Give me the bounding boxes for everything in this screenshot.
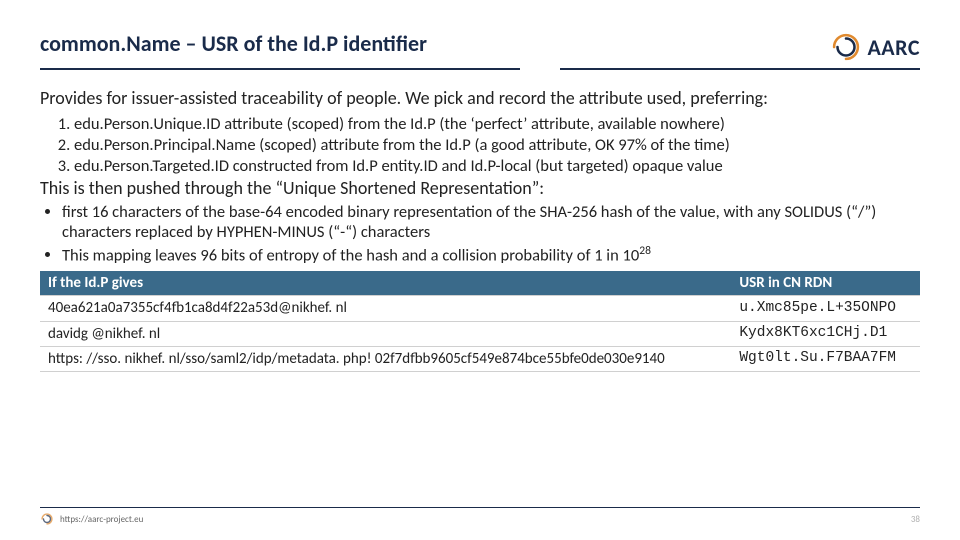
footer-url: https://aarc-project.eu	[60, 514, 143, 525]
list-item: edu.Person.Targeted.ID constructed from …	[74, 156, 920, 176]
table-row: davidg @nikhef. nl Kydx8KT6xc1CHj.D1	[40, 321, 920, 346]
cell-usr: Wgt0lt.Su.F7BAA7FM	[731, 347, 920, 372]
slide-title: common.Name – USR of the Id.P identifier	[40, 30, 427, 57]
cell-usr: u.Xmc85pe.L+35ONPO	[731, 296, 920, 321]
list-item: first 16 characters of the base-64 encod…	[62, 202, 920, 242]
usr-heading: This is then pushed through the “Unique …	[40, 178, 920, 200]
intro-text: Provides for issuer-assisted traceabilit…	[40, 88, 920, 110]
table-header-idp: If the Id.P gives	[40, 271, 731, 296]
table-row: 40ea621a0a7355cf4fb1ca8d4f22a53d@nikhef.…	[40, 296, 920, 321]
table-header-usr: USR in CN RDN	[731, 271, 920, 296]
list-item: This mapping leaves 96 bits of entropy o…	[62, 244, 920, 266]
slide-footer: https://aarc-project.eu 38	[40, 507, 920, 526]
cell-idp: davidg @nikhef. nl	[40, 321, 731, 346]
list-item: edu.Person.Principal.Name (scoped) attri…	[74, 135, 920, 155]
list-item: edu.Person.Unique.ID attribute (scoped) …	[74, 114, 920, 134]
table-row: https: //sso. nikhef. nl/sso/saml2/idp/m…	[40, 347, 920, 372]
cell-idp: 40ea621a0a7355cf4fb1ca8d4f22a53d@nikhef.…	[40, 296, 731, 321]
cell-usr: Kydx8KT6xc1CHj.D1	[731, 321, 920, 346]
logo-text: AARC	[867, 34, 920, 61]
usr-bullets: first 16 characters of the base-64 encod…	[40, 202, 920, 265]
attribute-list: edu.Person.Unique.ID attribute (scoped) …	[40, 114, 920, 176]
usr-table: If the Id.P gives USR in CN RDN 40ea621a…	[40, 271, 920, 372]
cell-idp: https: //sso. nikhef. nl/sso/saml2/idp/m…	[40, 347, 731, 372]
aarc-logo: AARC	[829, 30, 920, 64]
page-number: 38	[911, 514, 920, 525]
swirl-icon	[829, 30, 863, 64]
title-rules	[40, 68, 920, 70]
mini-swirl-icon	[40, 512, 54, 526]
